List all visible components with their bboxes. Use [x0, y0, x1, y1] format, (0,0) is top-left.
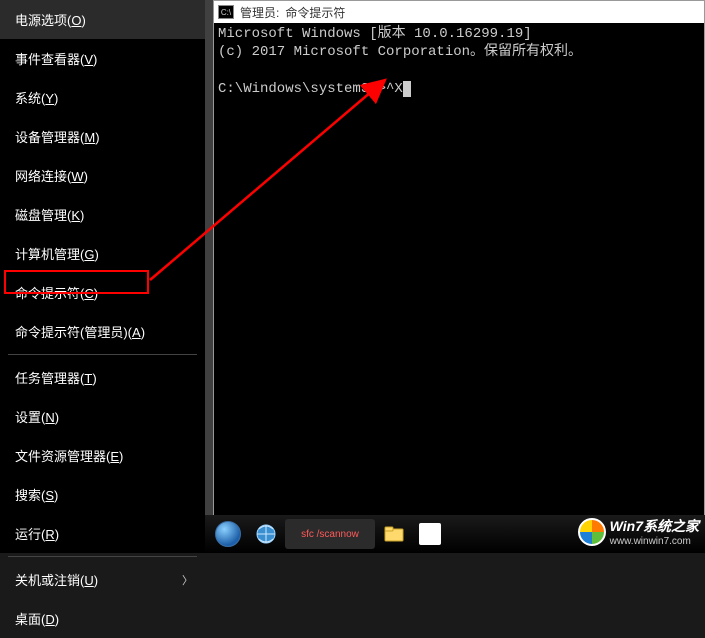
menu-run[interactable]: 运行(R) — [0, 514, 205, 553]
title-prefix: 管理员: — [240, 4, 279, 21]
cmd-input: ^X — [386, 81, 403, 97]
taskbar-app-hint: sfc /scannow — [301, 529, 359, 540]
menu-key: S — [45, 488, 54, 503]
menu-event-viewer[interactable]: 事件查看器(V) — [0, 39, 205, 78]
menu-key: D — [45, 612, 54, 627]
menu-label: 运行 — [15, 527, 41, 542]
menu-key: U — [84, 573, 93, 588]
menu-network-connections[interactable]: 网络连接(W) — [0, 156, 205, 195]
menu-label: 搜索 — [15, 488, 41, 503]
terminal-output[interactable]: Microsoft Windows [版本 10.0.16299.19] (c)… — [214, 23, 704, 519]
menu-settings[interactable]: 设置(N) — [0, 397, 205, 436]
cmd-prompt: C:\Windows\system32> — [218, 81, 386, 97]
menu-label: 电源选项 — [15, 13, 67, 28]
menu-desktop[interactable]: 桌面(D) — [0, 599, 205, 638]
watermark-logo-icon — [578, 518, 606, 546]
windows-orb-icon — [215, 521, 241, 547]
menu-label: 文件资源管理器 — [15, 449, 106, 464]
menu-label: 命令提示符(管理员) — [15, 325, 128, 340]
taskbar-explorer[interactable] — [377, 519, 411, 549]
app-icon — [419, 523, 441, 545]
menu-key: K — [71, 208, 80, 223]
menu-separator — [8, 354, 197, 355]
menu-command-prompt[interactable]: 命令提示符(C) — [0, 273, 205, 312]
menu-key: T — [84, 371, 92, 386]
start-button[interactable] — [209, 519, 247, 549]
taskbar-app[interactable]: sfc /scannow — [285, 519, 375, 549]
watermark-line1: Win7系统之家 — [610, 516, 699, 536]
menu-power-options[interactable]: 电源选项(O) — [0, 0, 205, 39]
desktop-area: C:\ 管理员: 命令提示符 Microsoft Windows [版本 10.… — [205, 0, 705, 553]
folder-icon — [383, 523, 405, 545]
menu-disk-management[interactable]: 磁盘管理(K) — [0, 195, 205, 234]
menu-computer-management[interactable]: 计算机管理(G) — [0, 234, 205, 273]
menu-label: 设置 — [15, 410, 41, 425]
menu-file-explorer[interactable]: 文件资源管理器(E) — [0, 436, 205, 475]
menu-separator — [8, 556, 197, 557]
terminal-cursor — [403, 81, 411, 97]
menu-key: M — [84, 130, 95, 145]
menu-key: A — [132, 325, 141, 340]
title-app: 命令提示符 — [285, 4, 345, 21]
menu-shutdown-signout[interactable]: 关机或注销(U)〉 — [0, 560, 205, 599]
menu-label: 磁盘管理 — [15, 208, 67, 223]
menu-key: N — [45, 410, 54, 425]
taskbar-app-generic[interactable] — [413, 519, 447, 549]
menu-label: 任务管理器 — [15, 371, 80, 386]
winx-context-menu: 电源选项(O) 事件查看器(V) 系统(Y) 设备管理器(M) 网络连接(W) … — [0, 0, 205, 553]
cmd-line: (c) 2017 Microsoft Corporation。保留所有权利。 — [218, 44, 582, 60]
menu-label: 关机或注销 — [15, 573, 80, 588]
menu-key: W — [71, 169, 83, 184]
menu-device-manager[interactable]: 设备管理器(M) — [0, 117, 205, 156]
menu-search[interactable]: 搜索(S) — [0, 475, 205, 514]
menu-label: 系统 — [15, 91, 41, 106]
taskbar-globe[interactable] — [249, 519, 283, 549]
menu-label: 设备管理器 — [15, 130, 80, 145]
menu-key: C — [84, 286, 93, 301]
command-prompt-window[interactable]: C:\ 管理员: 命令提示符 Microsoft Windows [版本 10.… — [213, 0, 705, 520]
menu-key: Y — [45, 91, 54, 106]
menu-label: 网络连接 — [15, 169, 67, 184]
cmd-line: Microsoft Windows [版本 10.0.16299.19] — [218, 26, 532, 42]
watermark-line2: www.winwin7.com — [610, 536, 699, 547]
menu-key: R — [45, 527, 54, 542]
menu-command-prompt-admin[interactable]: 命令提示符(管理员)(A) — [0, 312, 205, 351]
menu-label: 命令提示符 — [15, 286, 80, 301]
menu-key: E — [110, 449, 119, 464]
cmd-icon: C:\ — [218, 5, 234, 19]
menu-key: O — [71, 13, 81, 28]
menu-key: V — [84, 52, 93, 67]
menu-label: 事件查看器 — [15, 52, 80, 67]
menu-label: 计算机管理 — [15, 247, 80, 262]
globe-icon — [255, 523, 277, 545]
menu-key: G — [84, 247, 94, 262]
chevron-right-icon: 〉 — [182, 572, 193, 588]
menu-system[interactable]: 系统(Y) — [0, 78, 205, 117]
window-titlebar[interactable]: C:\ 管理员: 命令提示符 — [214, 1, 704, 23]
menu-label: 桌面 — [15, 612, 41, 627]
watermark-text: Win7系统之家 www.winwin7.com — [610, 516, 699, 547]
watermark: Win7系统之家 www.winwin7.com — [578, 516, 699, 547]
menu-task-manager[interactable]: 任务管理器(T) — [0, 358, 205, 397]
